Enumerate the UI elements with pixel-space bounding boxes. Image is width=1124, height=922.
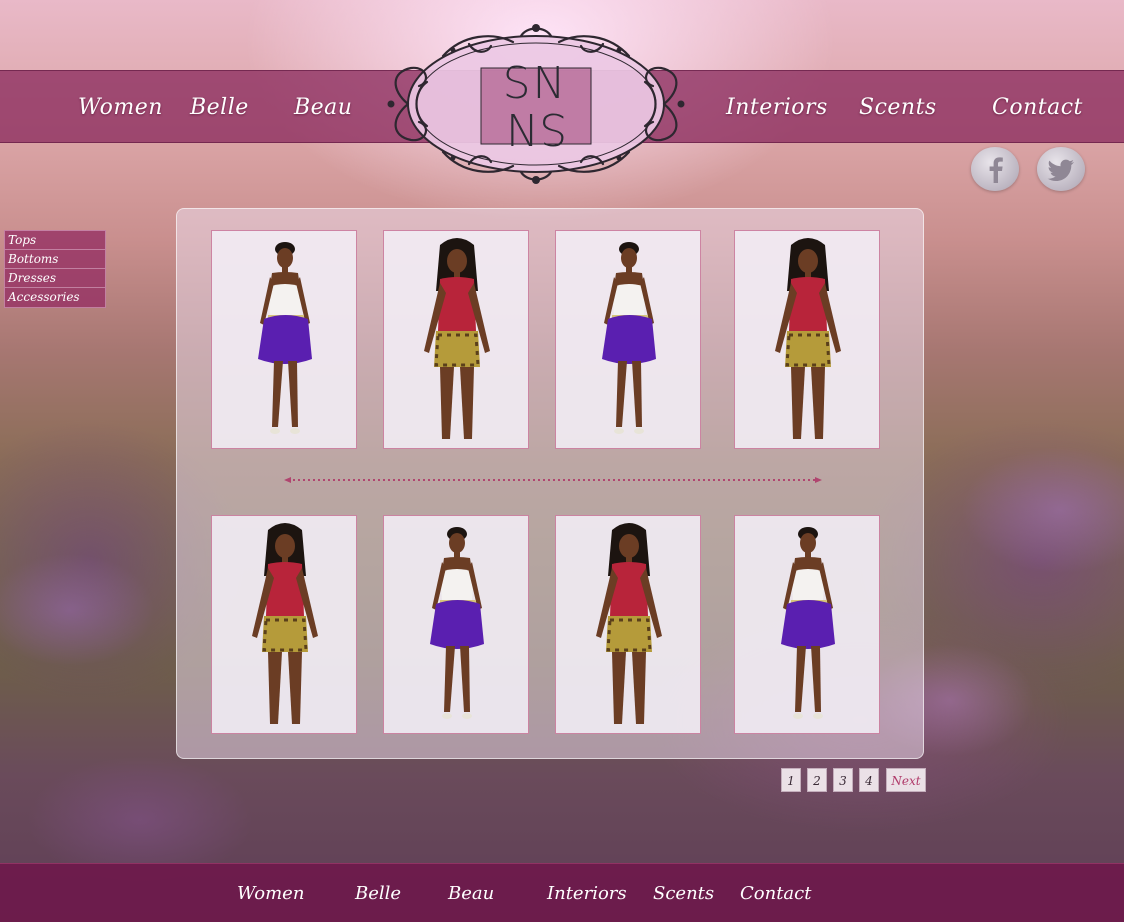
category-tops[interactable]: Tops xyxy=(5,231,105,250)
category-bottoms[interactable]: Bottoms xyxy=(5,250,105,269)
model-figure xyxy=(602,242,656,434)
model-figure xyxy=(596,523,662,724)
row-divider xyxy=(284,477,822,483)
page-4-button[interactable]: 4 xyxy=(859,768,879,792)
twitter-icon xyxy=(1047,159,1074,181)
model-figure xyxy=(775,238,841,439)
facebook-icon xyxy=(989,157,1003,183)
product-photo[interactable] xyxy=(211,230,357,449)
product-photo[interactable] xyxy=(555,515,701,734)
product-photo[interactable] xyxy=(383,515,529,734)
page-2-button[interactable]: 2 xyxy=(807,768,827,792)
product-photo[interactable] xyxy=(383,230,529,449)
logo-monogram: SN SN xyxy=(470,58,600,155)
model-figure xyxy=(781,527,835,719)
footer-scents[interactable]: Scents xyxy=(653,864,714,922)
nav-scents[interactable]: Scents xyxy=(859,71,937,144)
footer-women[interactable]: Women xyxy=(237,864,304,922)
page-1-button[interactable]: 1 xyxy=(781,768,801,792)
product-photo[interactable] xyxy=(211,515,357,734)
footer-belle[interactable]: Belle xyxy=(355,864,401,922)
footer-contact[interactable]: Contact xyxy=(740,864,811,922)
facebook-button[interactable] xyxy=(971,147,1019,191)
next-page-button[interactable]: Next xyxy=(886,768,926,792)
model-figure xyxy=(430,527,484,719)
nav-belle[interactable]: Belle xyxy=(190,71,249,144)
model-figure xyxy=(252,523,318,724)
nav-contact[interactable]: Contact xyxy=(992,71,1083,144)
nav-interiors[interactable]: Interiors xyxy=(726,71,828,144)
category-accessories[interactable]: Accessories xyxy=(5,288,105,307)
nav-women[interactable]: Women xyxy=(78,71,163,144)
nav-beau[interactable]: Beau xyxy=(294,71,352,144)
category-dresses[interactable]: Dresses xyxy=(5,269,105,288)
category-menu: Tops Bottoms Dresses Accessories xyxy=(4,230,106,308)
product-photo[interactable] xyxy=(734,230,880,449)
page-3-button[interactable]: 3 xyxy=(833,768,853,792)
twitter-button[interactable] xyxy=(1037,147,1085,191)
product-photo[interactable] xyxy=(555,230,701,449)
footer-nav: Women Belle Beau Interiors Scents Contac… xyxy=(0,863,1124,922)
logo-monogram-bottom: SN xyxy=(502,103,568,154)
product-photo[interactable] xyxy=(734,515,880,734)
model-figure xyxy=(424,238,490,439)
logo-monogram-top: SN xyxy=(502,58,568,109)
model-figure xyxy=(258,242,312,434)
footer-interiors[interactable]: Interiors xyxy=(547,864,627,922)
footer-beau[interactable]: Beau xyxy=(448,864,494,922)
pagination: 1 2 3 4 Next xyxy=(781,768,927,792)
